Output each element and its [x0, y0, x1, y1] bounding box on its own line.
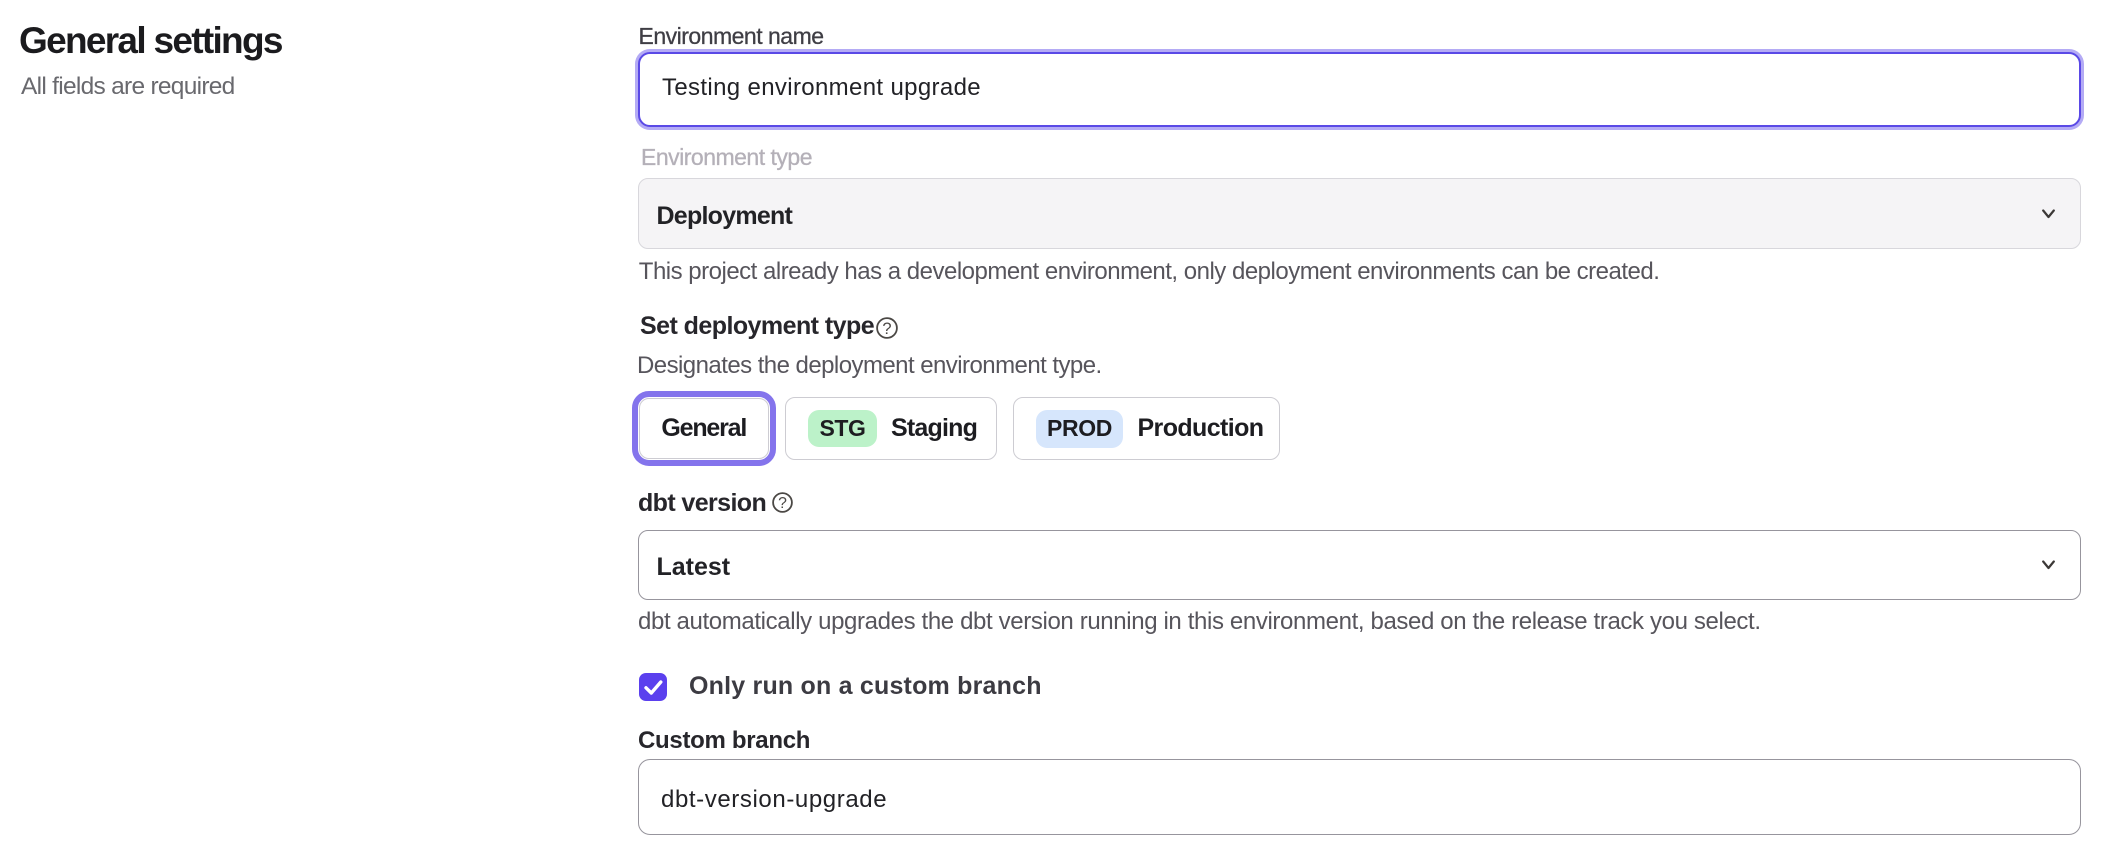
svg-text:?: ?: [778, 495, 787, 512]
svg-text:?: ?: [882, 320, 891, 338]
